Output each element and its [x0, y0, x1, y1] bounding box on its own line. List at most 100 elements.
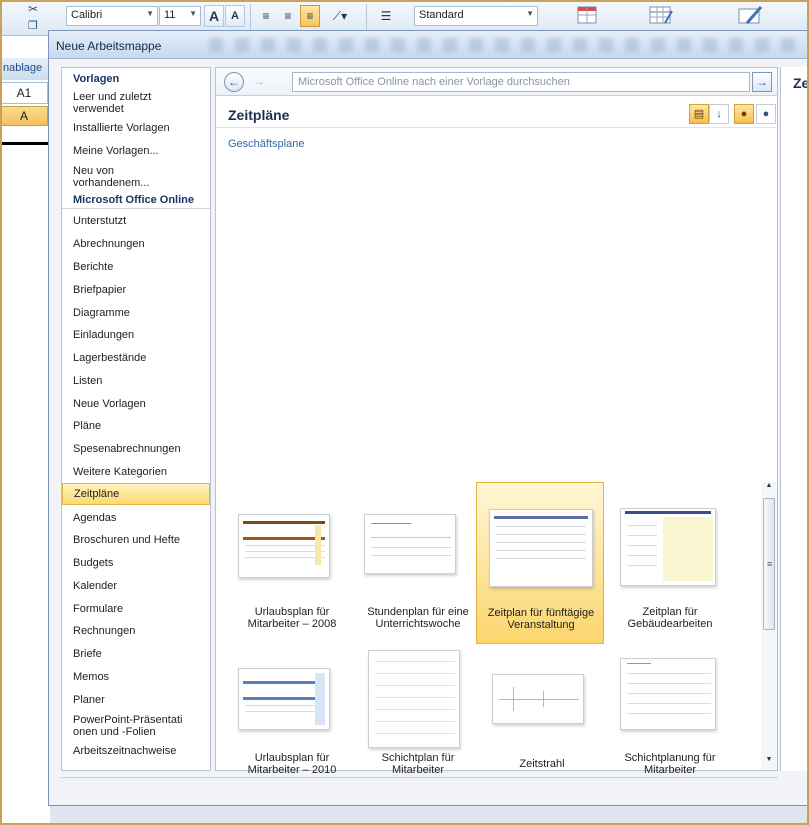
orientation-icon[interactable]: ⟋▾: [326, 5, 354, 27]
sidebar-item-abrechnungen[interactable]: Abrechnungen: [62, 238, 210, 250]
template-card[interactable]: Stundenplan für eine Unterrichtswoche: [354, 484, 482, 644]
subcategory-link[interactable]: Geschäftsplane: [228, 138, 304, 150]
wrap-text-icon[interactable]: ☰: [376, 5, 396, 27]
sidebar-item-neue-vorlagen[interactable]: Neue Vorlagen: [62, 398, 210, 410]
align-bottom-icon[interactable]: ≡: [300, 5, 320, 27]
thumb-line: [245, 551, 325, 552]
sidebar-item-listen[interactable]: Listen: [62, 375, 210, 387]
thumb-line: [627, 683, 711, 684]
conditional-format-icon: [577, 6, 597, 24]
sidebar-item-arbeitszeitnachweise[interactable]: Arbeitszeitnachweise: [62, 745, 210, 757]
go-arrow-icon[interactable]: →: [752, 72, 772, 92]
sort-icon[interactable]: ▤: [689, 104, 709, 124]
template-thumbnail: [492, 674, 584, 724]
template-thumbnail: [238, 668, 330, 730]
thumb-line: [627, 525, 657, 526]
template-card[interactable]: Schichtplanung für Mitarbeiter: [606, 648, 734, 776]
template-name-line1: Zeitstrahl: [519, 758, 565, 770]
sidebar-item-powerpoint[interactable]: PowerPoint-Präsentati onen und -Folien: [62, 714, 192, 738]
thumb-line: [496, 542, 586, 543]
cell-styles-icon[interactable]: [734, 2, 764, 32]
sidebar-item-new-from-existing[interactable]: Neu von vorhandenem...: [62, 165, 152, 189]
thumb-line: [627, 565, 657, 566]
shrink-font-button[interactable]: A: [225, 5, 245, 27]
thumb-line: [627, 703, 711, 704]
template-gallery: Urlaubsplan für Mitarbeiter – 2008 Stund…: [216, 480, 761, 776]
template-card[interactable]: Urlaubsplan für Mitarbeiter – 2010: [228, 648, 356, 776]
sidebar-item-berichte[interactable]: Berichte: [62, 261, 210, 273]
back-arrow-icon[interactable]: ←: [224, 72, 244, 92]
format-as-table-icon[interactable]: [646, 2, 674, 32]
sidebar-item-memos[interactable]: Memos: [62, 671, 210, 683]
user-icon[interactable]: ●: [734, 104, 754, 124]
scrollbar-thumb[interactable]: ≡: [763, 498, 775, 630]
separator: [366, 4, 367, 30]
sidebar-item-planer[interactable]: Planer: [62, 694, 210, 706]
template-name-line1: Schichtplan für: [381, 752, 455, 764]
font-size-combo[interactable]: 11 ▼: [159, 6, 201, 26]
sidebar-item-my-templates[interactable]: Meine Vorlagen...: [62, 145, 210, 157]
thumb-line: [375, 733, 455, 734]
cell-selection: [0, 142, 48, 145]
page-title: Zeitpläne: [228, 107, 290, 123]
template-card[interactable]: Zeitstrahl: [478, 648, 606, 770]
sidebar-item-formulare[interactable]: Formulare: [62, 603, 210, 615]
thumb-bar: [243, 697, 325, 700]
font-size-value: 11: [164, 9, 176, 21]
template-name-line1: Zeitplan für: [642, 606, 698, 618]
sidebar-item-recent[interactable]: Leer und zuletzt verwendet: [62, 91, 162, 115]
thumb-line: [371, 547, 451, 548]
sidebar-item-budgets[interactable]: Budgets: [62, 557, 210, 569]
column-header[interactable]: A: [0, 106, 48, 126]
sidebar-item-kalender[interactable]: Kalender: [62, 580, 210, 592]
conditional-format-icon[interactable]: [574, 2, 600, 32]
sidebar-item-briefe[interactable]: Briefe: [62, 648, 210, 660]
thumb-line: [375, 721, 455, 722]
template-card[interactable]: Urlaubsplan für Mitarbeiter – 2008: [228, 484, 356, 644]
sidebar-item-einladungen[interactable]: Einladungen: [62, 329, 210, 341]
thumb-line: [245, 711, 315, 712]
sidebar-section-templates: Vorlagen: [73, 73, 120, 85]
font-name-combo[interactable]: Calibri ▼: [66, 6, 158, 26]
template-browser: ← → Microsoft Office Online nach einer V…: [215, 67, 778, 776]
sidebar-item-zeitplaene[interactable]: Zeitpläne: [62, 483, 210, 505]
sidebar-divider: [62, 208, 210, 209]
align-middle-icon[interactable]: ≡: [278, 5, 298, 27]
template-card-selected[interactable]: Zeitplan für fünftägige Veranstaltung: [476, 482, 604, 644]
grip-icon: ≡: [767, 559, 773, 569]
template-card[interactable]: Zeitplan für Gebäudearbeiten: [606, 484, 734, 644]
sidebar-item-weitere-kategorien[interactable]: Weitere Kategorien: [62, 466, 210, 478]
sidebar-item-lagerbestaende[interactable]: Lagerbestände: [62, 352, 210, 364]
scroll-down-icon[interactable]: ▼: [761, 756, 777, 770]
sidebar-item-plaene[interactable]: Pläne: [62, 420, 210, 432]
new-workbook-dialog: Neue Arbeitsmappe Vorlagen Leer und zule…: [48, 30, 809, 806]
template-name-line1: Stundenplan für eine: [367, 606, 469, 618]
thumb-bar: [243, 681, 325, 684]
sidebar-item-rechnungen[interactable]: Rechnungen: [62, 625, 210, 637]
shrink-font-label: A: [231, 10, 239, 22]
user-settings-icon[interactable]: ●: [756, 104, 776, 124]
sidebar-item-diagramme[interactable]: Diagramme: [62, 307, 210, 319]
template-card[interactable]: Schichtplan für Mitarbeiter: [354, 648, 482, 776]
sidebar-item-installed[interactable]: Installierte Vorlagen: [62, 122, 210, 134]
cut-icon[interactable]: ✂: [28, 2, 38, 16]
template-name-line1: Zeitplan für fünftägige: [487, 607, 595, 619]
sidebar-item-unterstutzt[interactable]: Unterstutzt: [62, 215, 210, 227]
copy-icon[interactable]: ❐: [28, 19, 38, 32]
sidebar-item-broschuren[interactable]: Broschuren und Hefte: [62, 534, 210, 546]
grow-font-button[interactable]: A: [204, 5, 224, 27]
sidebar-item-briefpapier[interactable]: Briefpapier: [62, 284, 210, 296]
sidebar-item-agendas[interactable]: Agendas: [62, 512, 210, 524]
thumb-line: [371, 537, 451, 538]
name-box[interactable]: A1: [0, 82, 48, 104]
thumb-line: [496, 526, 586, 527]
forward-arrow-icon[interactable]: →: [253, 74, 265, 88]
gallery-scrollbar[interactable]: ▲ ≡ ▼: [761, 482, 777, 770]
search-input[interactable]: Microsoft Office Online nach einer Vorla…: [292, 72, 750, 92]
align-top-icon[interactable]: ≡: [256, 5, 276, 27]
template-name-line2: Veranstaltung: [507, 619, 575, 631]
number-format-combo[interactable]: Standard ▼: [414, 6, 538, 26]
sort-az-icon[interactable]: ↓: [709, 104, 729, 124]
scroll-up-icon[interactable]: ▲: [761, 482, 777, 496]
sidebar-item-spesenabrechnungen[interactable]: Spesenabrechnungen: [62, 443, 210, 455]
